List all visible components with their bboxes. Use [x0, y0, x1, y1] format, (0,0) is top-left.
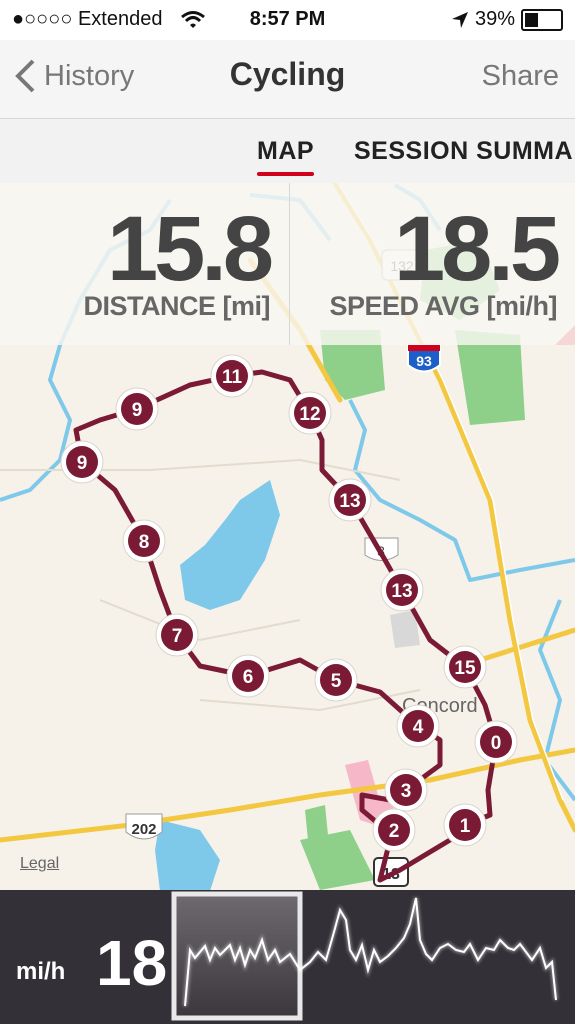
svg-text:93: 93: [416, 353, 432, 369]
route-marker: 9: [115, 387, 159, 431]
route-marker: 8: [122, 519, 166, 563]
distance-value: 15.8: [106, 198, 274, 300]
route-marker-label: 13: [339, 491, 360, 512]
route-marker: 5: [314, 658, 358, 702]
route-marker: 13: [328, 478, 372, 522]
route-marker-label: 4: [413, 717, 424, 738]
route-marker-label: 3: [401, 781, 412, 802]
route-marker-label: 6: [243, 667, 254, 688]
tab-session-summary[interactable]: SESSION SUMMA: [354, 137, 573, 166]
share-button[interactable]: Share: [482, 60, 559, 93]
route-marker-label: 11: [222, 367, 243, 388]
location-arrow-icon: [451, 11, 468, 28]
route-marker-label: 0: [491, 733, 502, 754]
svg-text:202: 202: [131, 821, 156, 838]
route-marker-label: 9: [77, 453, 88, 474]
route-marker: 6: [226, 654, 270, 698]
speed-avg-label: SPEED AVG [mi/h]: [329, 291, 557, 321]
navigation-bar: History Cycling Share: [0, 40, 575, 119]
route-marker-label: 7: [172, 626, 183, 647]
road-shield-202: 202: [125, 813, 163, 840]
route-marker-label: 5: [331, 671, 342, 692]
route-marker-label: 13: [391, 581, 412, 602]
route-marker: 13: [380, 568, 424, 612]
distance-label: DISTANCE [mi]: [83, 291, 271, 321]
speed-graph-bar[interactable]: mi/h 18: [0, 890, 575, 1024]
battery-icon: [521, 8, 563, 31]
route-marker: 11: [210, 354, 254, 398]
route-marker-label: 8: [139, 532, 150, 553]
route-marker-label: 1: [460, 816, 471, 837]
legal-link[interactable]: Legal: [20, 855, 59, 873]
route-marker-label: 9: [132, 400, 143, 421]
stats-panel: 15.8 DISTANCE [mi] 18.5 SPEED AVG [mi/h]: [0, 183, 575, 345]
route-marker: 3: [384, 768, 428, 812]
route-marker-label: 12: [299, 404, 320, 425]
speed-avg-stat: 18.5 SPEED AVG [mi/h]: [329, 198, 561, 322]
battery-fill: [525, 12, 538, 27]
route-marker: 9: [60, 440, 104, 484]
distance-stat: 15.8 DISTANCE [mi]: [83, 198, 274, 322]
speed-unit-label: mi/h: [16, 958, 66, 985]
tab-bar: MAP SESSION SUMMA: [0, 119, 575, 183]
route-marker-label: 15: [454, 658, 476, 679]
route-marker: 0: [474, 720, 518, 764]
route-marker: 7: [155, 613, 199, 657]
stats-divider: [289, 183, 290, 345]
route-marker: 15: [443, 645, 487, 689]
speed-avg-value: 18.5: [393, 198, 561, 300]
route-marker: 1: [443, 803, 487, 847]
road-shield-93: 93: [407, 344, 441, 373]
battery-percent: 39%: [474, 8, 515, 30]
speed-graph[interactable]: [0, 890, 575, 1024]
route-marker: 2: [372, 808, 416, 852]
status-bar: ●○○○○ Extended 8:57 PM 39%: [0, 0, 575, 40]
route-marker: 12: [288, 391, 332, 435]
route-marker-label: 2: [389, 821, 400, 842]
tab-map[interactable]: MAP: [257, 137, 315, 176]
route-marker: 4: [396, 704, 440, 748]
current-speed-value: 18: [96, 927, 168, 999]
